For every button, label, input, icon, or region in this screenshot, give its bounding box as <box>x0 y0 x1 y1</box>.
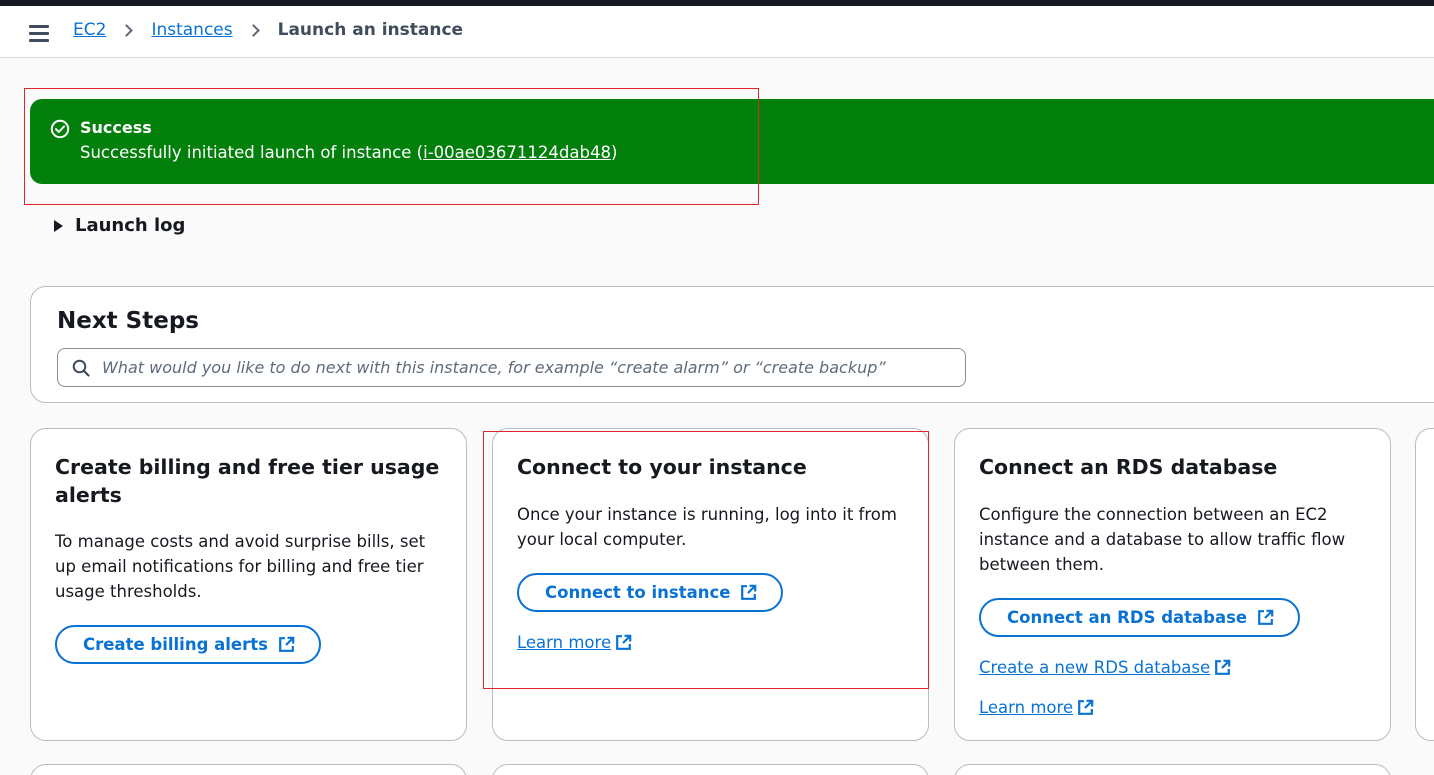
card-partial-bottom <box>30 764 467 775</box>
external-link-icon <box>1078 699 1094 715</box>
next-steps-panel: Next Steps <box>30 286 1434 403</box>
card-description: Configure the connection between an EC2 … <box>979 505 1346 574</box>
card-billing-alerts: Create billing and free tier usage alert… <box>30 428 467 741</box>
chevron-right-icon <box>246 23 260 37</box>
next-steps-search <box>57 348 966 387</box>
flash-message-suffix: ) <box>610 143 618 162</box>
external-link-icon <box>279 636 295 652</box>
link-label: Create a new RDS database <box>979 658 1211 677</box>
card-description: To manage costs and avoid surprise bills… <box>55 532 426 601</box>
success-flashbar: Success Successfully initiated launch of… <box>30 99 1434 184</box>
link-label: Learn more <box>517 633 612 652</box>
launch-log-toggle[interactable]: Launch log <box>54 215 185 236</box>
external-link-icon <box>1258 609 1274 625</box>
instance-id-link[interactable]: i-00ae03671124dab48 <box>423 143 611 162</box>
connect-to-instance-button[interactable]: Connect to instance <box>517 573 784 612</box>
flash-title: Success <box>80 118 152 137</box>
card-partial-right <box>1415 428 1434 741</box>
search-input[interactable] <box>102 349 952 386</box>
flash-message-prefix: Successfully initiated launch of instanc… <box>80 143 424 162</box>
card-connect-rds: Connect an RDS database Configure the co… <box>954 428 1391 741</box>
card-title: Create billing and free tier usage alert… <box>55 455 440 507</box>
breadcrumb-current: Launch an instance <box>277 20 464 40</box>
menu-icon[interactable] <box>29 25 49 42</box>
card-connect-instance: Connect to your instance Once your insta… <box>492 428 929 741</box>
breadcrumb-ec2[interactable]: EC2 <box>73 20 106 40</box>
header-bar: EC2 Instances Launch an instance <box>0 6 1434 58</box>
connect-rds-database-button[interactable]: Connect an RDS database <box>979 598 1301 637</box>
breadcrumb-instances[interactable]: Instances <box>151 20 232 40</box>
card-partial-bottom <box>492 764 929 775</box>
link-label: Learn more <box>979 698 1074 717</box>
button-label: Connect an RDS database <box>1007 608 1248 627</box>
breadcrumb: EC2 Instances Launch an instance <box>73 20 463 40</box>
caret-right-icon <box>54 219 63 232</box>
external-link-icon <box>616 634 632 650</box>
card-description: Once your instance is running, log into … <box>517 505 897 549</box>
check-circle-icon <box>50 119 70 139</box>
next-steps-title: Next Steps <box>57 308 199 334</box>
chevron-right-icon <box>120 23 134 37</box>
flash-message: Successfully initiated launch of instanc… <box>80 143 617 162</box>
learn-more-link[interactable]: Learn more <box>979 698 1094 717</box>
external-link-icon <box>741 584 757 600</box>
card-title: Connect an RDS database <box>979 455 1278 479</box>
button-label: Connect to instance <box>545 583 731 602</box>
create-billing-alerts-button[interactable]: Create billing alerts <box>55 625 321 664</box>
card-title: Connect to your instance <box>517 455 807 479</box>
button-label: Create billing alerts <box>83 635 268 654</box>
card-partial-bottom <box>954 764 1391 775</box>
learn-more-link[interactable]: Learn more <box>517 633 632 652</box>
search-icon <box>72 359 90 377</box>
create-rds-database-link[interactable]: Create a new RDS database <box>979 658 1231 677</box>
external-link-icon <box>1215 659 1231 675</box>
launch-log-label: Launch log <box>75 215 186 236</box>
